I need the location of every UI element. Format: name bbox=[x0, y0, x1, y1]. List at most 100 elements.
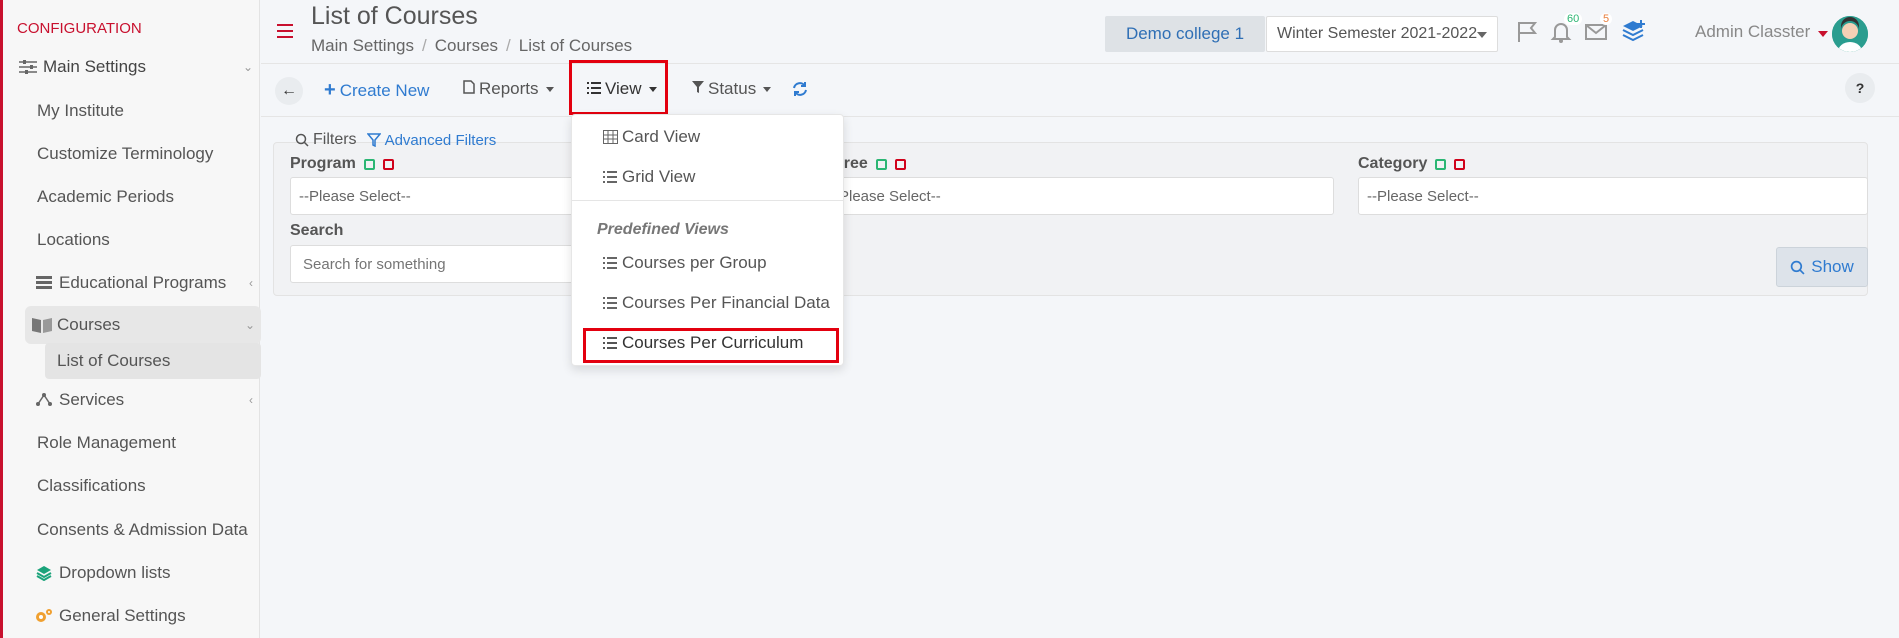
sidebar-item-label: My Institute bbox=[37, 101, 124, 120]
sidebar-item-label: Educational Programs bbox=[59, 273, 227, 292]
program-label: Program bbox=[290, 155, 394, 173]
sidebar-item-label: General Settings bbox=[59, 606, 186, 625]
sidebar-item-label: Courses bbox=[57, 315, 121, 334]
back-arrow-icon[interactable]: ← bbox=[275, 77, 303, 105]
sidebar-item-consents-admission-data[interactable]: Consents & Admission Data bbox=[15, 511, 259, 549]
program-select[interactable]: --Please Select-- bbox=[290, 177, 580, 215]
sliders-icon bbox=[17, 60, 39, 74]
flag-icon[interactable] bbox=[1515, 20, 1541, 46]
sidebar: CONFIGURATION Main Settings ⌄ My Institu… bbox=[0, 0, 261, 638]
degree-label: gree bbox=[834, 155, 906, 173]
reports-button[interactable]: Reports bbox=[463, 79, 554, 99]
plus-icon: + bbox=[324, 79, 336, 101]
filters-title[interactable]: Filters bbox=[295, 131, 357, 149]
menu-divider bbox=[572, 200, 843, 201]
create-new-button[interactable]: + Create New bbox=[324, 79, 429, 102]
filter-icon bbox=[366, 133, 381, 147]
sidebar-item-role-management[interactable]: Role Management bbox=[15, 424, 259, 462]
sidebar-item-my-institute[interactable]: My Institute bbox=[15, 92, 259, 130]
clear-selection-icon[interactable] bbox=[1454, 158, 1466, 170]
clear-selection-icon[interactable] bbox=[382, 158, 394, 170]
gears-icon bbox=[33, 608, 55, 624]
chevron-down-icon: ⌄ bbox=[242, 60, 253, 74]
server-icon bbox=[33, 276, 55, 290]
advanced-filters-link[interactable]: Advanced Filters bbox=[366, 131, 496, 149]
menu-item-grid-view[interactable]: Grid View bbox=[602, 167, 695, 187]
page-title: List of Courses bbox=[311, 2, 478, 30]
sidebar-item-label: Locations bbox=[37, 230, 110, 249]
view-button-highlight bbox=[569, 60, 668, 115]
layers-plus-icon[interactable] bbox=[1621, 20, 1647, 46]
layers-icon bbox=[33, 565, 55, 581]
semester-value: Winter Semester 2021-2022 bbox=[1277, 25, 1478, 42]
filter-icon bbox=[692, 79, 704, 99]
search-icon bbox=[1790, 260, 1805, 275]
menu-item-card-view[interactable]: Card View bbox=[602, 127, 700, 147]
avatar[interactable] bbox=[1832, 16, 1868, 52]
notifications-badge: 60 bbox=[1564, 13, 1583, 25]
sidebar-item-list-of-courses[interactable]: List of Courses bbox=[45, 343, 261, 379]
search-input[interactable] bbox=[290, 245, 580, 283]
user-name[interactable]: Admin Classter bbox=[1695, 22, 1810, 42]
sidebar-item-locations[interactable]: Locations bbox=[15, 221, 259, 259]
semester-select[interactable]: Winter Semester 2021-2022 bbox=[1266, 16, 1498, 52]
messages-badge: 5 bbox=[1600, 13, 1613, 25]
top-header: List of Courses Main Settings / Courses … bbox=[261, 0, 1899, 64]
sidebar-item-label: List of Courses bbox=[57, 351, 171, 370]
chevron-left-icon: ‹ bbox=[249, 276, 253, 290]
refresh-icon[interactable] bbox=[792, 81, 808, 97]
filters-tab: Filters Advanced Filters bbox=[295, 131, 496, 149]
predefined-views-header: Predefined Views bbox=[597, 221, 729, 238]
sidebar-item-courses[interactable]: Courses ⌄ bbox=[25, 306, 261, 344]
sidebar-item-label: Role Management bbox=[37, 433, 176, 452]
clear-selection-icon[interactable] bbox=[894, 158, 906, 170]
show-button[interactable]: Show bbox=[1776, 247, 1868, 287]
category-label: Category bbox=[1358, 155, 1466, 173]
menu-item-courses-per-financial-data[interactable]: Courses Per Financial Data bbox=[602, 293, 830, 313]
sidebar-item-label: Consents & Admission Data bbox=[37, 520, 248, 539]
file-icon bbox=[463, 79, 475, 99]
degree-select[interactable]: Please Select-- bbox=[834, 177, 1334, 215]
search-label: Search bbox=[290, 222, 344, 239]
list-icon bbox=[602, 297, 618, 309]
book-icon bbox=[31, 317, 53, 333]
category-select[interactable]: --Please Select-- bbox=[1358, 177, 1868, 215]
select-all-checkbox-icon[interactable] bbox=[875, 158, 887, 170]
caret-down-icon bbox=[763, 86, 772, 92]
sidebar-item-dropdown-lists[interactable]: Dropdown lists bbox=[15, 554, 259, 592]
table-icon bbox=[602, 130, 618, 144]
list-icon bbox=[602, 171, 618, 183]
sidebar-item-label: Customize Terminology bbox=[37, 144, 214, 163]
sidebar-item-label: Services bbox=[59, 390, 125, 409]
caret-down-icon bbox=[1818, 31, 1828, 37]
breadcrumb: Main Settings / Courses / List of Course… bbox=[311, 36, 633, 56]
help-button[interactable]: ? bbox=[1845, 73, 1875, 103]
breadcrumb-item[interactable]: Main Settings bbox=[311, 36, 414, 56]
search-icon bbox=[295, 133, 309, 147]
chevron-left-icon: ‹ bbox=[249, 393, 253, 407]
sidebar-header: CONFIGURATION bbox=[17, 20, 142, 37]
share-nodes-icon bbox=[33, 392, 55, 408]
sidebar-item-label: Classifications bbox=[37, 476, 146, 495]
sidebar-item-educational-programs[interactable]: Educational Programs ‹ bbox=[15, 264, 259, 302]
caret-down-icon bbox=[1477, 32, 1487, 38]
sidebar-item-general-settings[interactable]: General Settings bbox=[15, 597, 259, 635]
select-all-checkbox-icon[interactable] bbox=[363, 158, 375, 170]
sidebar-item-customize-terminology[interactable]: Customize Terminology bbox=[15, 135, 259, 173]
breadcrumb-item: List of Courses bbox=[518, 36, 633, 55]
college-selector-button[interactable]: Demo college 1 bbox=[1105, 16, 1265, 52]
sidebar-item-main-settings[interactable]: Main Settings ⌄ bbox=[15, 48, 259, 86]
hamburger-menu-icon[interactable] bbox=[277, 24, 293, 38]
sidebar-item-services[interactable]: Services ‹ bbox=[15, 381, 259, 419]
chevron-down-icon: ⌄ bbox=[244, 318, 255, 332]
toolbar: ← + Create New Reports View Status ? bbox=[261, 65, 1899, 117]
sidebar-item-label: Academic Periods bbox=[37, 187, 175, 206]
sidebar-item-label: Dropdown lists bbox=[59, 563, 171, 582]
menu-item-courses-per-group[interactable]: Courses per Group bbox=[602, 253, 767, 273]
sidebar-item-academic-periods[interactable]: Academic Periods bbox=[15, 178, 259, 216]
breadcrumb-item[interactable]: Courses bbox=[435, 36, 498, 56]
caret-down-icon bbox=[545, 86, 554, 92]
status-button[interactable]: Status bbox=[692, 79, 772, 99]
sidebar-item-classifications[interactable]: Classifications bbox=[15, 467, 259, 505]
select-all-checkbox-icon[interactable] bbox=[1435, 158, 1447, 170]
